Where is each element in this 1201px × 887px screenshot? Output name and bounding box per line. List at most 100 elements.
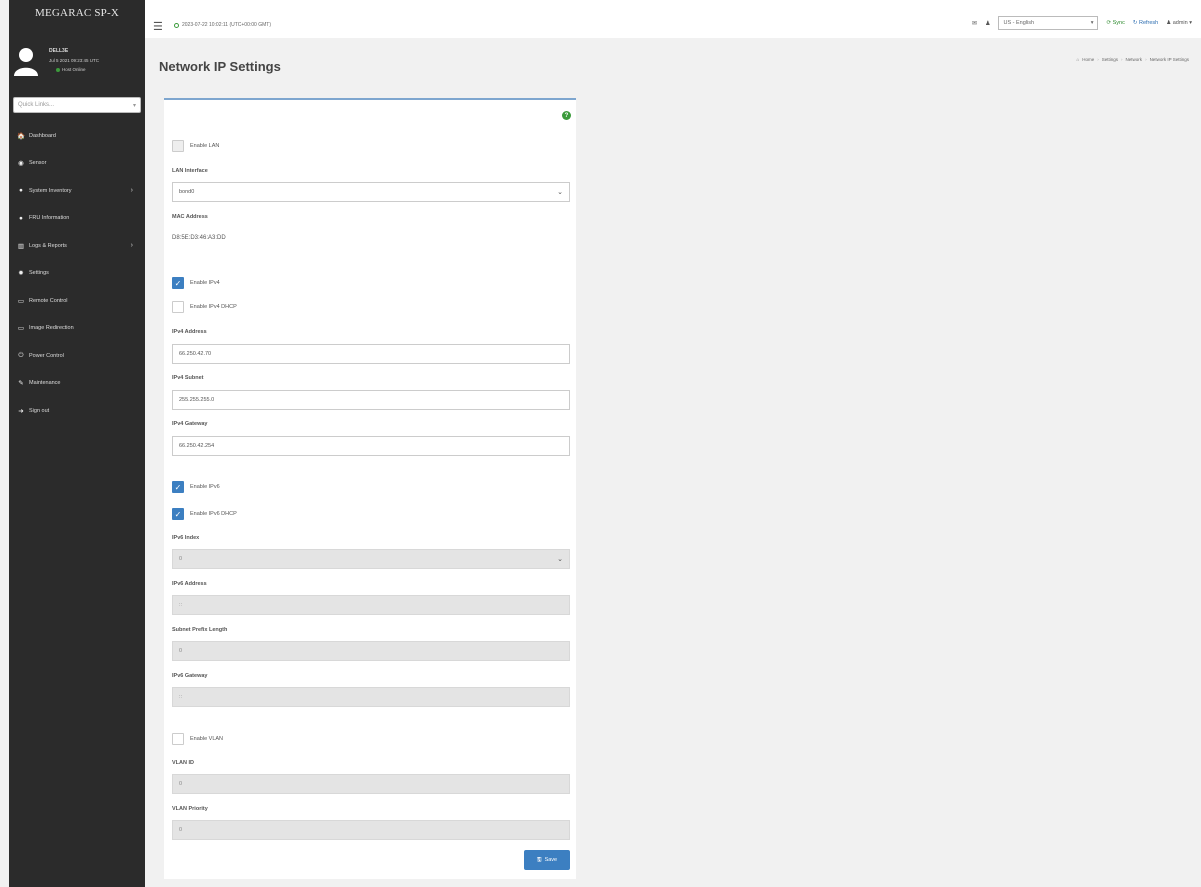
- host-status: Host Online: [56, 67, 86, 72]
- subnet-prefix-length-input[interactable]: 0: [172, 641, 570, 661]
- checkmark-icon: ✓: [174, 482, 182, 492]
- top-header: ☰ 2023-07-22 10:02:11 (UTC+00:00 GMT) ✉ …: [145, 0, 1201, 38]
- sidebar-item-logs-reports[interactable]: ▥ Logs & Reports ›: [9, 232, 145, 260]
- user-menu[interactable]: ♟ admin ▾: [1166, 20, 1192, 26]
- breadcrumb-network[interactable]: Network: [1126, 57, 1143, 62]
- inventory-icon: ●: [19, 187, 23, 195]
- sidebar-item-power-control[interactable]: ⏻ Power Control: [9, 342, 145, 370]
- breadcrumb-separator: ›: [1097, 57, 1099, 62]
- ipv4-address-input[interactable]: 66.250.42.70: [172, 344, 570, 364]
- lan-interface-select[interactable]: bond0 ⌄: [172, 182, 570, 202]
- ipv6-index-select[interactable]: 0 ⌄: [172, 549, 570, 569]
- hamburger-menu-icon[interactable]: ☰: [153, 20, 163, 33]
- sidebar-item-label: Logs & Reports: [29, 242, 67, 249]
- page-title: Network IP Settings: [159, 59, 281, 74]
- enable-vlan-label: Enable VLAN: [190, 736, 224, 742]
- chevron-down-icon: ▾: [1090, 20, 1094, 26]
- sidebar-item-image-redirection[interactable]: ▭ Image Redirection: [9, 315, 145, 343]
- ipv6-address-value: ::: [179, 602, 183, 608]
- enable-ipv6-dhcp-checkbox[interactable]: ✓: [172, 508, 184, 520]
- save-icon: 🖫: [536, 856, 542, 863]
- subnet-prefix-length-value: 0: [179, 648, 183, 654]
- chevron-down-icon: ▾: [132, 102, 136, 109]
- power-icon: ⏻: [18, 351, 24, 359]
- sidebar-item-dashboard[interactable]: 🏠 Dashboard: [9, 122, 145, 150]
- help-icon[interactable]: ?: [562, 111, 571, 120]
- user-login-date: Jul 5 2021 09:23:45 UTC: [49, 58, 100, 63]
- chevron-down-icon: ⌄: [557, 189, 563, 196]
- user-icon: ♟: [1166, 20, 1172, 26]
- ipv6-address-input[interactable]: ::: [172, 595, 570, 615]
- sidebar-item-sign-out[interactable]: ➜ Sign out: [9, 397, 145, 425]
- sidebar-item-label: Sensor: [29, 160, 47, 167]
- mail-icon[interactable]: ✉: [972, 20, 977, 27]
- host-status-text: Host Online: [62, 67, 86, 72]
- quick-links-placeholder: Quick Links...: [18, 102, 55, 108]
- ipv4-gateway-value: 66.250.42.254: [179, 443, 215, 449]
- breadcrumb-separator: ›: [1145, 57, 1147, 62]
- enable-lan-label: Enable LAN: [190, 143, 220, 149]
- sidebar-item-label: Sign out: [29, 407, 50, 414]
- ipv6-gateway-input[interactable]: ::: [172, 687, 570, 707]
- lan-interface-value: bond0: [179, 189, 195, 195]
- breadcrumb-separator: ›: [1121, 57, 1123, 62]
- breadcrumb-settings[interactable]: Settings: [1102, 57, 1118, 62]
- info-icon: ●: [19, 214, 23, 222]
- sidebar-item-fru-information[interactable]: ● FRU Information: [9, 205, 145, 233]
- save-label: Save: [544, 857, 558, 863]
- vlan-priority-value: 0: [179, 827, 183, 833]
- breadcrumb-home[interactable]: Home: [1082, 57, 1094, 62]
- enable-ipv4-dhcp-label: Enable IPv4 DHCP: [190, 304, 237, 310]
- chevron-right-icon: ›: [130, 187, 133, 195]
- save-button[interactable]: 🖫 Save: [524, 850, 570, 870]
- refresh-button[interactable]: ↻ Refresh: [1133, 20, 1158, 26]
- ipv6-index-value: 0: [179, 556, 183, 562]
- enable-vlan-checkbox[interactable]: [172, 733, 184, 745]
- monitor-icon: ▭: [17, 297, 25, 305]
- sidebar-item-maintenance[interactable]: ✎ Maintenance: [9, 370, 145, 398]
- sidebar-item-label: FRU Information: [29, 215, 70, 222]
- ipv6-gateway-label: IPv6 Gateway: [172, 673, 208, 679]
- ipv4-subnet-input[interactable]: 255.255.255.0: [172, 390, 570, 410]
- refresh-label: Refresh: [1138, 20, 1159, 26]
- sync-button[interactable]: ⟳ Sync: [1106, 20, 1124, 26]
- ipv6-gateway-value: ::: [179, 694, 183, 700]
- dashboard-icon: 🏠: [17, 132, 26, 140]
- enable-ipv4-checkbox[interactable]: ✓: [172, 277, 184, 289]
- sidebar-item-label: Dashboard: [29, 132, 56, 139]
- ipv4-address-label: IPv4 Address: [172, 329, 207, 335]
- chevron-down-icon: ⌄: [557, 556, 563, 563]
- ipv6-address-label: IPv6 Address: [172, 581, 207, 587]
- checkmark-icon: ✓: [174, 278, 182, 288]
- sidebar-item-sensor[interactable]: ◉ Sensor: [9, 150, 145, 178]
- ipv4-subnet-label: IPv4 Subnet: [172, 375, 204, 381]
- quick-links-select[interactable]: Quick Links... ▾: [13, 97, 141, 113]
- ipv4-address-value: 66.250.42.70: [179, 351, 212, 357]
- vlan-id-input[interactable]: 0: [172, 774, 570, 794]
- main-content: Network IP Settings ⌂ Home › Settings › …: [145, 38, 1201, 887]
- user-menu-label: admin: [1172, 20, 1188, 26]
- enable-ipv6-checkbox[interactable]: ✓: [172, 481, 184, 493]
- sidebar-menu: 🏠 Dashboard ◉ Sensor ● System Inventory › ● F…: [9, 122, 145, 425]
- sidebar-item-system-inventory[interactable]: ● System Inventory ›: [9, 177, 145, 205]
- server-datetime: 2023-07-22 10:02:11 (UTC+00:00 GMT): [174, 22, 271, 28]
- sidebar-item-label: System Inventory: [29, 187, 72, 194]
- home-icon: ⌂: [1076, 57, 1080, 62]
- app-logo[interactable]: MEGARAC SP-X: [9, 0, 145, 26]
- sidebar-item-label: Remote Control: [29, 297, 68, 304]
- user-notify-icon[interactable]: ♟: [985, 20, 990, 27]
- language-select[interactable]: US - English ▾: [998, 16, 1099, 30]
- mac-address-label: MAC Address: [172, 214, 208, 220]
- sensor-icon: ◉: [18, 160, 24, 168]
- breadcrumb-current: Network IP Settings: [1149, 57, 1189, 62]
- ipv4-gateway-input[interactable]: 66.250.42.254: [172, 436, 570, 456]
- sidebar-item-remote-control[interactable]: ▭ Remote Control: [9, 287, 145, 315]
- sidebar-item-settings[interactable]: ✹ Settings: [9, 260, 145, 288]
- sync-label: Sync: [1112, 20, 1125, 26]
- lan-interface-label: LAN Interface: [172, 168, 208, 174]
- enable-lan-checkbox[interactable]: [172, 140, 184, 152]
- vlan-id-value: 0: [179, 781, 183, 787]
- enable-ipv4-dhcp-checkbox[interactable]: [172, 301, 184, 313]
- vlan-priority-input[interactable]: 0: [172, 820, 570, 840]
- chart-icon: ▥: [17, 242, 25, 250]
